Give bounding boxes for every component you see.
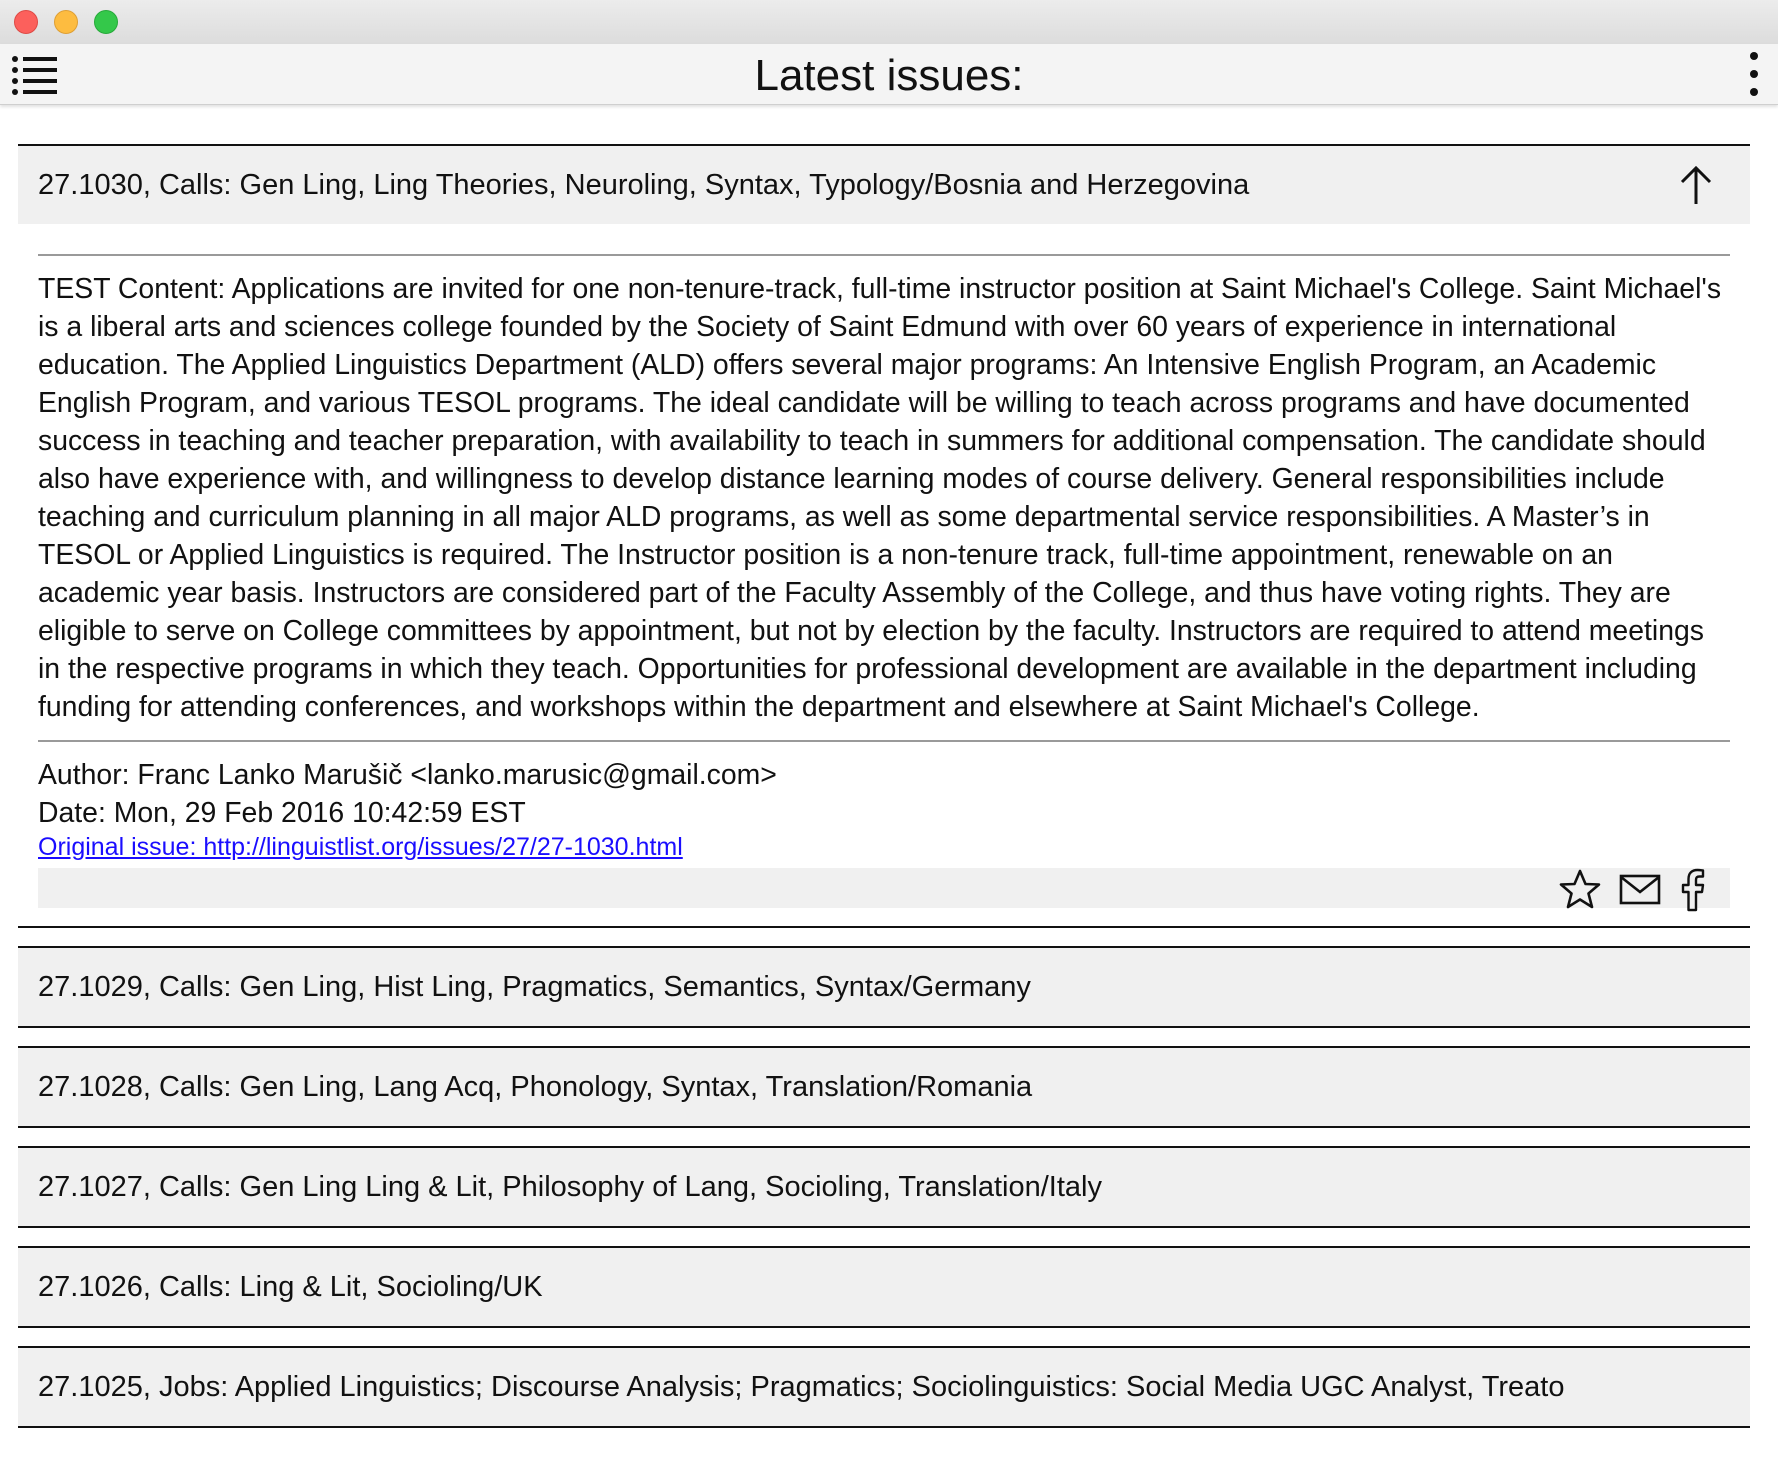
facebook-icon[interactable] — [1670, 868, 1714, 912]
issue-title: 27.1027, Calls: Gen Ling Ling & Lit, Phi… — [38, 1171, 1102, 1203]
issue-header[interactable]: 27.1029, Calls: Gen Ling, Hist Ling, Pra… — [18, 948, 1750, 1028]
issue-list: 27.1030, Calls: Gen Ling, Ling Theories,… — [18, 144, 1750, 1446]
issue-body: TEST Content: Applications are invited f… — [18, 224, 1750, 926]
page-title: Latest issues: — [754, 51, 1024, 100]
issue-header[interactable]: 27.1026, Calls: Ling & Lit, Socioling/UK — [18, 1248, 1750, 1328]
issue-title: 27.1030, Calls: Gen Ling, Ling Theories,… — [38, 169, 1250, 201]
issue-header[interactable]: 27.1028, Calls: Gen Ling, Lang Acq, Phon… — [18, 1048, 1750, 1128]
arrow-up-icon[interactable] — [1676, 164, 1716, 206]
issue-item-expanded: 27.1030, Calls: Gen Ling, Ling Theories,… — [18, 144, 1750, 928]
issue-item: 27.1025, Jobs: Applied Linguistics; Disc… — [18, 1346, 1750, 1428]
issue-item: 27.1029, Calls: Gen Ling, Hist Ling, Pra… — [18, 946, 1750, 1028]
issue-author: Author: Franc Lanko Marušič <lanko.marus… — [38, 759, 777, 791]
issue-header[interactable]: 27.1025, Jobs: Applied Linguistics; Disc… — [18, 1348, 1750, 1428]
content-divider — [38, 254, 1730, 256]
app-window: Latest issues: 27.1030, Calls: Gen Ling,… — [0, 0, 1778, 1458]
close-window-button[interactable] — [14, 10, 38, 34]
issue-title: 27.1028, Calls: Gen Ling, Lang Acq, Phon… — [38, 1071, 1033, 1103]
issue-item: 27.1028, Calls: Gen Ling, Lang Acq, Phon… — [18, 1046, 1750, 1128]
issue-date: Date: Mon, 29 Feb 2016 10:42:59 EST — [38, 797, 526, 829]
issue-header[interactable]: 27.1030, Calls: Gen Ling, Ling Theories,… — [18, 146, 1750, 224]
issue-actions-bar — [38, 868, 1730, 912]
maximize-window-button[interactable] — [94, 10, 118, 34]
issue-title: 27.1025, Jobs: Applied Linguistics; Disc… — [38, 1371, 1565, 1403]
issue-title: 27.1026, Calls: Ling & Lit, Socioling/UK — [38, 1271, 543, 1303]
more-vertical-icon[interactable] — [1742, 48, 1766, 100]
app-header: Latest issues: — [0, 44, 1778, 105]
original-issue-link[interactable]: Original issue: http://linguistlist.org/… — [38, 832, 683, 862]
window-titlebar — [0, 0, 1778, 45]
minimize-window-button[interactable] — [54, 10, 78, 34]
star-icon[interactable] — [1558, 868, 1602, 912]
issue-item: 27.1026, Calls: Ling & Lit, Socioling/UK — [18, 1246, 1750, 1328]
issue-header[interactable]: 27.1027, Calls: Gen Ling Ling & Lit, Phi… — [18, 1148, 1750, 1228]
issue-content: TEST Content: Applications are invited f… — [38, 273, 1722, 723]
mail-icon[interactable] — [1618, 868, 1662, 912]
issue-title: 27.1029, Calls: Gen Ling, Hist Ling, Pra… — [38, 971, 1031, 1003]
issue-item: 27.1027, Calls: Gen Ling Ling & Lit, Phi… — [18, 1146, 1750, 1228]
